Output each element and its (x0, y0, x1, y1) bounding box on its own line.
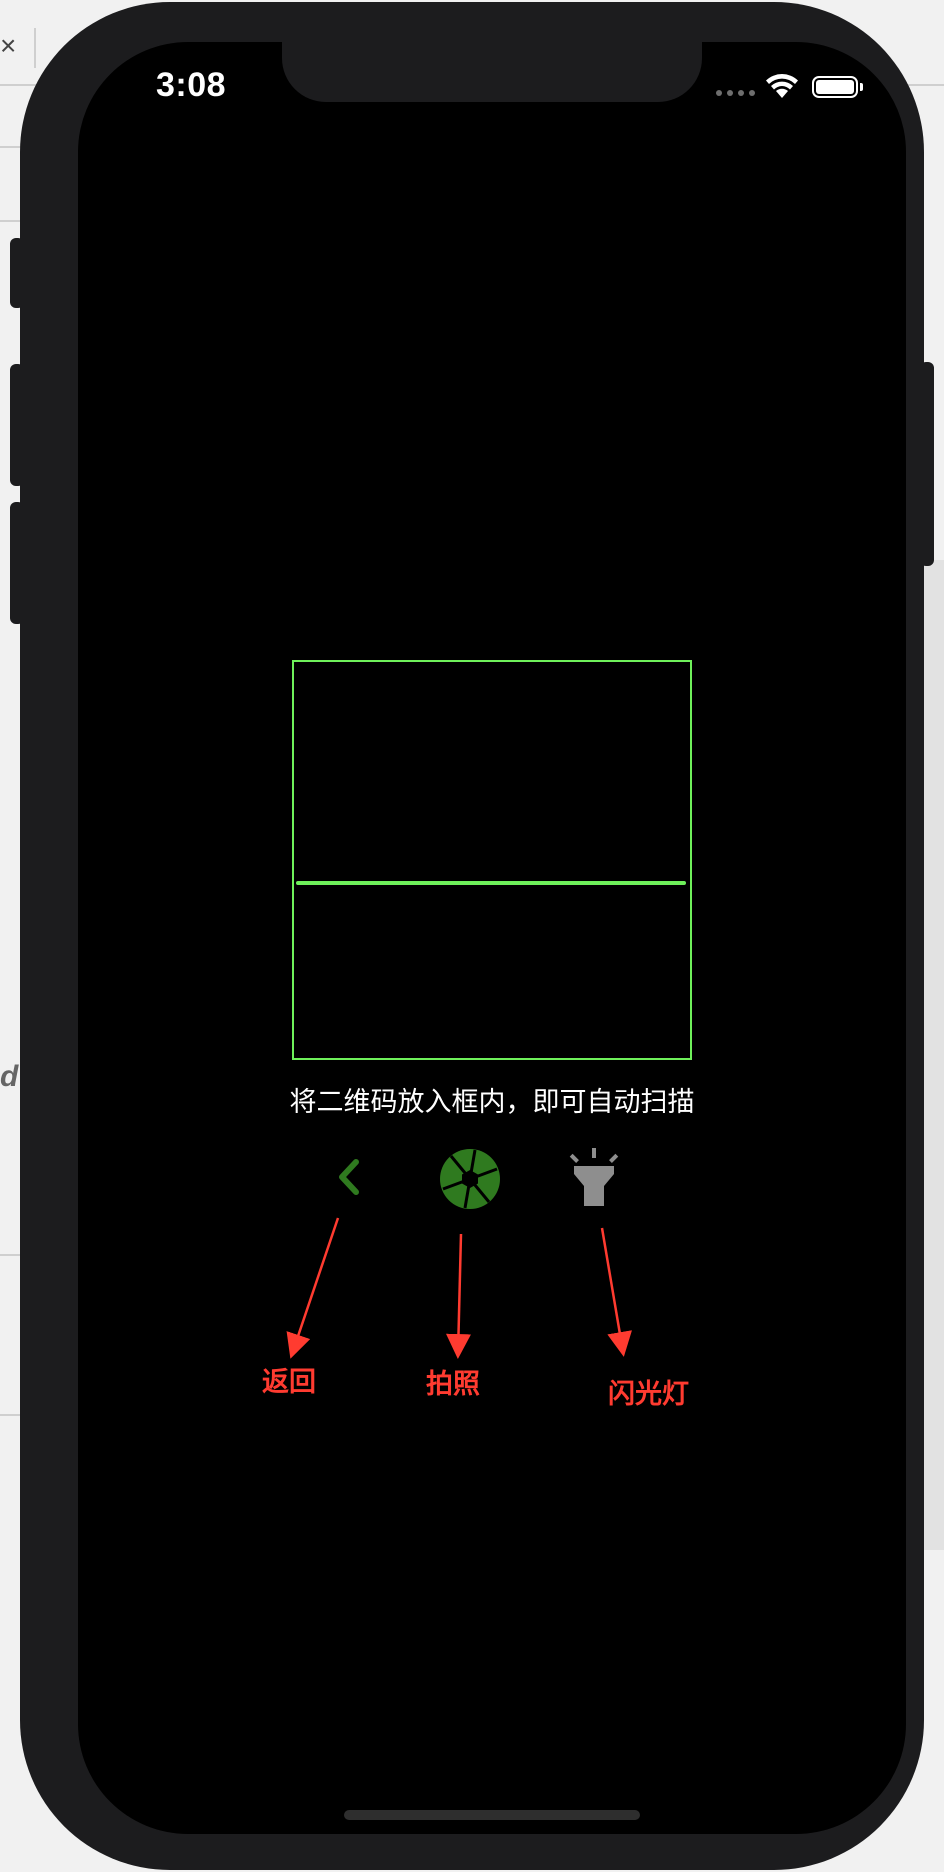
home-indicator[interactable] (344, 1810, 640, 1820)
signal-icon (716, 90, 755, 96)
desktop-stage: × d 3:08 将二维码放入框内，即可自动扫描 返回 拍照 闪光灯 (0, 0, 944, 1872)
annotation-flash: 闪光灯 (608, 1379, 689, 1410)
annotation-back: 返回 (262, 1367, 316, 1398)
volume-down-button (10, 502, 24, 624)
wifi-icon (764, 72, 800, 105)
camera-aperture-icon (440, 1149, 500, 1209)
take-photo-button[interactable] (439, 1148, 501, 1210)
scan-hint: 将二维码放入框内，即可自动扫描 (289, 1087, 695, 1118)
background-text-fragment: d (0, 1060, 19, 1093)
battery-cap (860, 83, 863, 91)
status-time: 3:08 (156, 66, 227, 104)
power-button (920, 362, 934, 566)
battery-icon (812, 76, 858, 98)
scan-frame (292, 660, 692, 1060)
scan-line (296, 881, 686, 885)
phone-frame: 3:08 将二维码放入框内，即可自动扫描 返回 拍照 闪光灯 (20, 2, 924, 1870)
notch (282, 42, 702, 102)
mute-switch (10, 238, 24, 308)
chevron-left-icon (339, 1159, 359, 1195)
background-divider (34, 28, 36, 68)
volume-up-button (10, 364, 24, 486)
annotation-photo: 拍照 (426, 1369, 480, 1400)
flashlight-button[interactable] (566, 1146, 622, 1210)
background-close-icon[interactable]: × (0, 32, 16, 60)
phone-screen: 3:08 将二维码放入框内，即可自动扫描 返回 拍照 闪光灯 (78, 42, 906, 1834)
back-button[interactable] (330, 1146, 370, 1208)
flashlight-icon (569, 1148, 619, 1206)
